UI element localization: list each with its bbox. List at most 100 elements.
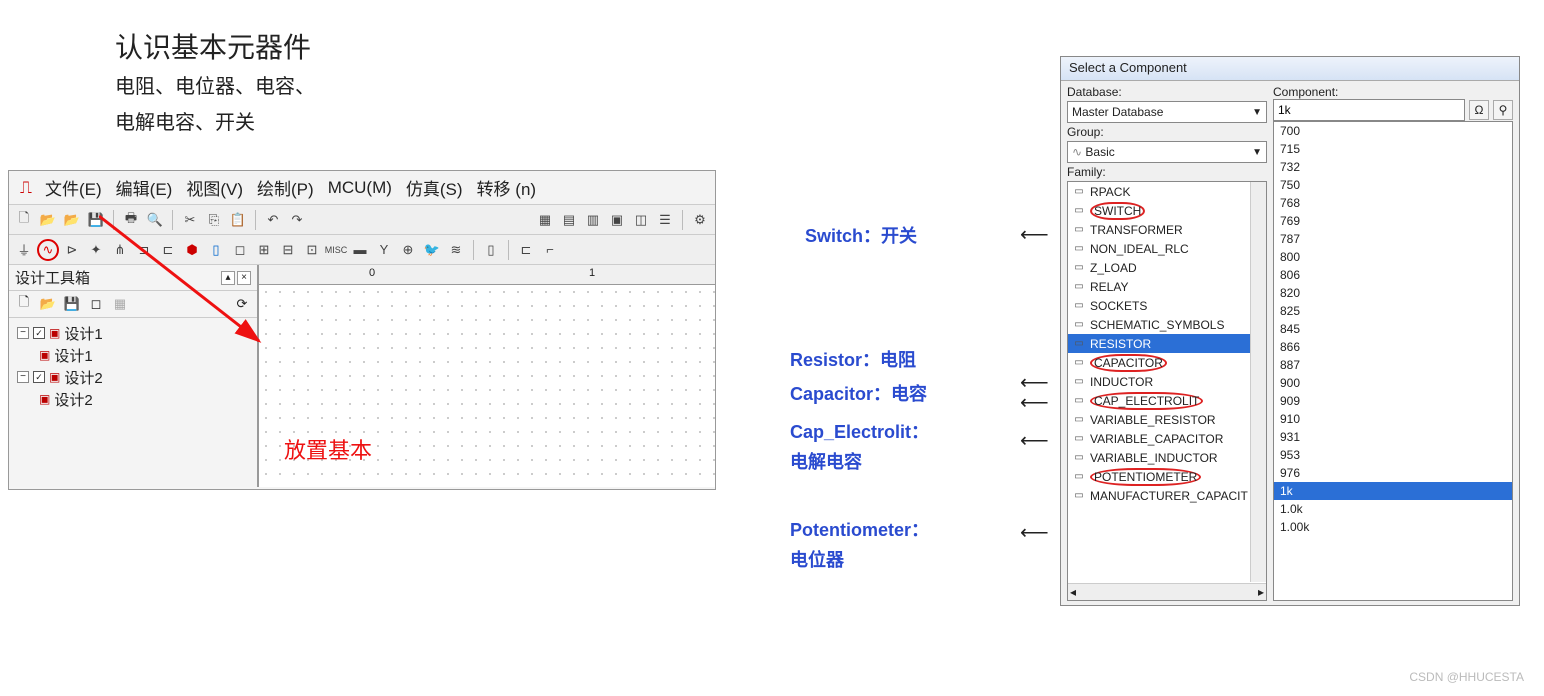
print-icon[interactable]: 🖶 — [120, 209, 142, 231]
checkbox-icon[interactable]: ✓ — [33, 327, 45, 339]
component-item[interactable]: 887 — [1274, 356, 1512, 374]
family-item[interactable]: ▭SWITCH — [1068, 201, 1266, 220]
diode-icon[interactable]: ⊳ — [61, 239, 83, 261]
family-item[interactable]: ▭VARIABLE_INDUCTOR — [1068, 448, 1266, 467]
family-item[interactable]: ▭CAPACITOR — [1068, 353, 1266, 372]
scrollbar[interactable] — [1250, 182, 1266, 582]
family-item[interactable]: ▭VARIABLE_RESISTOR — [1068, 410, 1266, 429]
component-item[interactable]: 750 — [1274, 176, 1512, 194]
t2-c-icon[interactable]: ⊐ — [133, 239, 155, 261]
menu-file[interactable]: 文件(E) — [45, 175, 102, 200]
component-item[interactable]: 900 — [1274, 374, 1512, 392]
paste-icon[interactable]: 📋 — [227, 209, 249, 231]
component-list[interactable]: 7007157327507687697878008068208258458668… — [1273, 121, 1513, 601]
menu-transfer[interactable]: 转移 (n) — [477, 175, 537, 200]
collapse-icon[interactable]: − — [17, 327, 29, 339]
tree-node-2a[interactable]: ▣ 设计2 — [39, 388, 251, 410]
t2-q-icon[interactable]: ▯ — [480, 239, 502, 261]
component-item[interactable]: 976 — [1274, 464, 1512, 482]
component-item[interactable]: 806 — [1274, 266, 1512, 284]
menu-draw[interactable]: 绘制(P) — [257, 175, 314, 200]
component-item[interactable]: 800 — [1274, 248, 1512, 266]
group-combo[interactable]: ∿ Basic ▼ — [1067, 141, 1267, 163]
tb-d-icon[interactable]: ▣ — [606, 209, 628, 231]
family-item[interactable]: ▭SOCKETS — [1068, 296, 1266, 315]
t2-i-icon[interactable]: ⊟ — [277, 239, 299, 261]
component-item[interactable]: 787 — [1274, 230, 1512, 248]
component-item[interactable]: 866 — [1274, 338, 1512, 356]
component-item[interactable]: 910 — [1274, 410, 1512, 428]
menu-sim[interactable]: 仿真(S) — [406, 175, 463, 200]
t2-s-icon[interactable]: ⌐ — [539, 239, 561, 261]
hscrollbar[interactable]: ◂▸ — [1068, 583, 1266, 600]
component-item[interactable]: 1.0k — [1274, 500, 1512, 518]
family-list[interactable]: ▭RPACK▭SWITCH▭TRANSFORMER▭NON_IDEAL_RLC▭… — [1067, 181, 1267, 601]
panel-min-icon[interactable]: ▴ — [221, 271, 235, 285]
family-item[interactable]: ▭POTENTIOMETER — [1068, 467, 1266, 486]
t2-n-icon[interactable]: ⊕ — [397, 239, 419, 261]
cut-icon[interactable]: ✂ — [179, 209, 201, 231]
component-item[interactable]: 909 — [1274, 392, 1512, 410]
family-item[interactable]: ▭CAP_ELECTROLIT — [1068, 391, 1266, 410]
tb-c-icon[interactable]: ▥ — [582, 209, 604, 231]
component-item[interactable]: 931 — [1274, 428, 1512, 446]
t2-l-icon[interactable]: ▬ — [349, 239, 371, 261]
component-input[interactable] — [1273, 99, 1465, 121]
component-item[interactable]: 715 — [1274, 140, 1512, 158]
ohm-icon[interactable]: Ω — [1469, 100, 1489, 120]
source-icon[interactable]: ∿ — [37, 239, 59, 261]
t2-d-icon[interactable]: ⊏ — [157, 239, 179, 261]
t2-o-icon[interactable]: 🐦 — [421, 239, 443, 261]
tb-a-icon[interactable]: ▦ — [534, 209, 556, 231]
pt-c-icon[interactable]: ▦ — [111, 295, 129, 313]
pt-d-icon[interactable]: ⟳ — [233, 295, 251, 313]
component-item[interactable]: 845 — [1274, 320, 1512, 338]
t2-p-icon[interactable]: ≋ — [445, 239, 467, 261]
family-item[interactable]: ▭Z_LOAD — [1068, 258, 1266, 277]
redo-icon[interactable]: ↷ — [286, 209, 308, 231]
copy-icon[interactable]: ⎘ — [203, 209, 225, 231]
t2-r-icon[interactable]: ⊏ — [515, 239, 537, 261]
t2-k-icon[interactable]: MISC — [325, 239, 347, 261]
menu-mcu[interactable]: MCU(M) — [328, 178, 392, 198]
t2-h-icon[interactable]: ⊞ — [253, 239, 275, 261]
pt-new-icon[interactable]: 🗋 — [15, 295, 33, 313]
tb-f-icon[interactable]: ☰ — [654, 209, 676, 231]
component-item[interactable]: 1.00k — [1274, 518, 1512, 536]
tb-e-icon[interactable]: ◫ — [630, 209, 652, 231]
family-item[interactable]: ▭RELAY — [1068, 277, 1266, 296]
pt-open-icon[interactable]: 📂 — [39, 295, 57, 313]
t2-a-icon[interactable]: ✦ — [85, 239, 107, 261]
family-item[interactable]: ▭MANUFACTURER_CAPACIT — [1068, 486, 1266, 505]
tb-b-icon[interactable]: ▤ — [558, 209, 580, 231]
component-item[interactable]: 768 — [1274, 194, 1512, 212]
pt-b-icon[interactable]: ◻ — [87, 295, 105, 313]
t2-g-icon[interactable]: ◻ — [229, 239, 251, 261]
pt-save-icon[interactable]: 💾 — [63, 295, 81, 313]
family-item[interactable]: ▭SCHEMATIC_SYMBOLS — [1068, 315, 1266, 334]
panel-close-icon[interactable]: × — [237, 271, 251, 285]
component-item[interactable]: 820 — [1274, 284, 1512, 302]
family-item[interactable]: ▭TRANSFORMER — [1068, 220, 1266, 239]
component-item[interactable]: 825 — [1274, 302, 1512, 320]
checkbox-icon[interactable]: ✓ — [33, 371, 45, 383]
ground-icon[interactable]: ⏚ — [13, 239, 35, 261]
t2-e-icon[interactable]: ⬢ — [181, 239, 203, 261]
family-item[interactable]: ▭INDUCTOR — [1068, 372, 1266, 391]
tree-node-1a[interactable]: ▣ 设计1 — [39, 344, 251, 366]
new-icon[interactable]: 🗋 — [13, 209, 35, 231]
component-item[interactable]: 732 — [1274, 158, 1512, 176]
tb-g-icon[interactable]: ⚙ — [689, 209, 711, 231]
menu-edit[interactable]: 编辑(E) — [116, 175, 173, 200]
collapse-icon[interactable]: − — [17, 371, 29, 383]
tree-node-1[interactable]: − ✓ ▣ 设计1 — [17, 322, 251, 344]
t2-f-icon[interactable]: ▯ — [205, 239, 227, 261]
component-item[interactable]: 1k — [1274, 482, 1512, 500]
filter-icon[interactable]: ⚲ — [1493, 100, 1513, 120]
menu-view[interactable]: 视图(V) — [186, 175, 243, 200]
tree-node-2[interactable]: − ✓ ▣ 设计2 — [17, 366, 251, 388]
undo-icon[interactable]: ↶ — [262, 209, 284, 231]
family-item[interactable]: ▭RPACK — [1068, 182, 1266, 201]
component-item[interactable]: 769 — [1274, 212, 1512, 230]
component-item[interactable]: 700 — [1274, 122, 1512, 140]
